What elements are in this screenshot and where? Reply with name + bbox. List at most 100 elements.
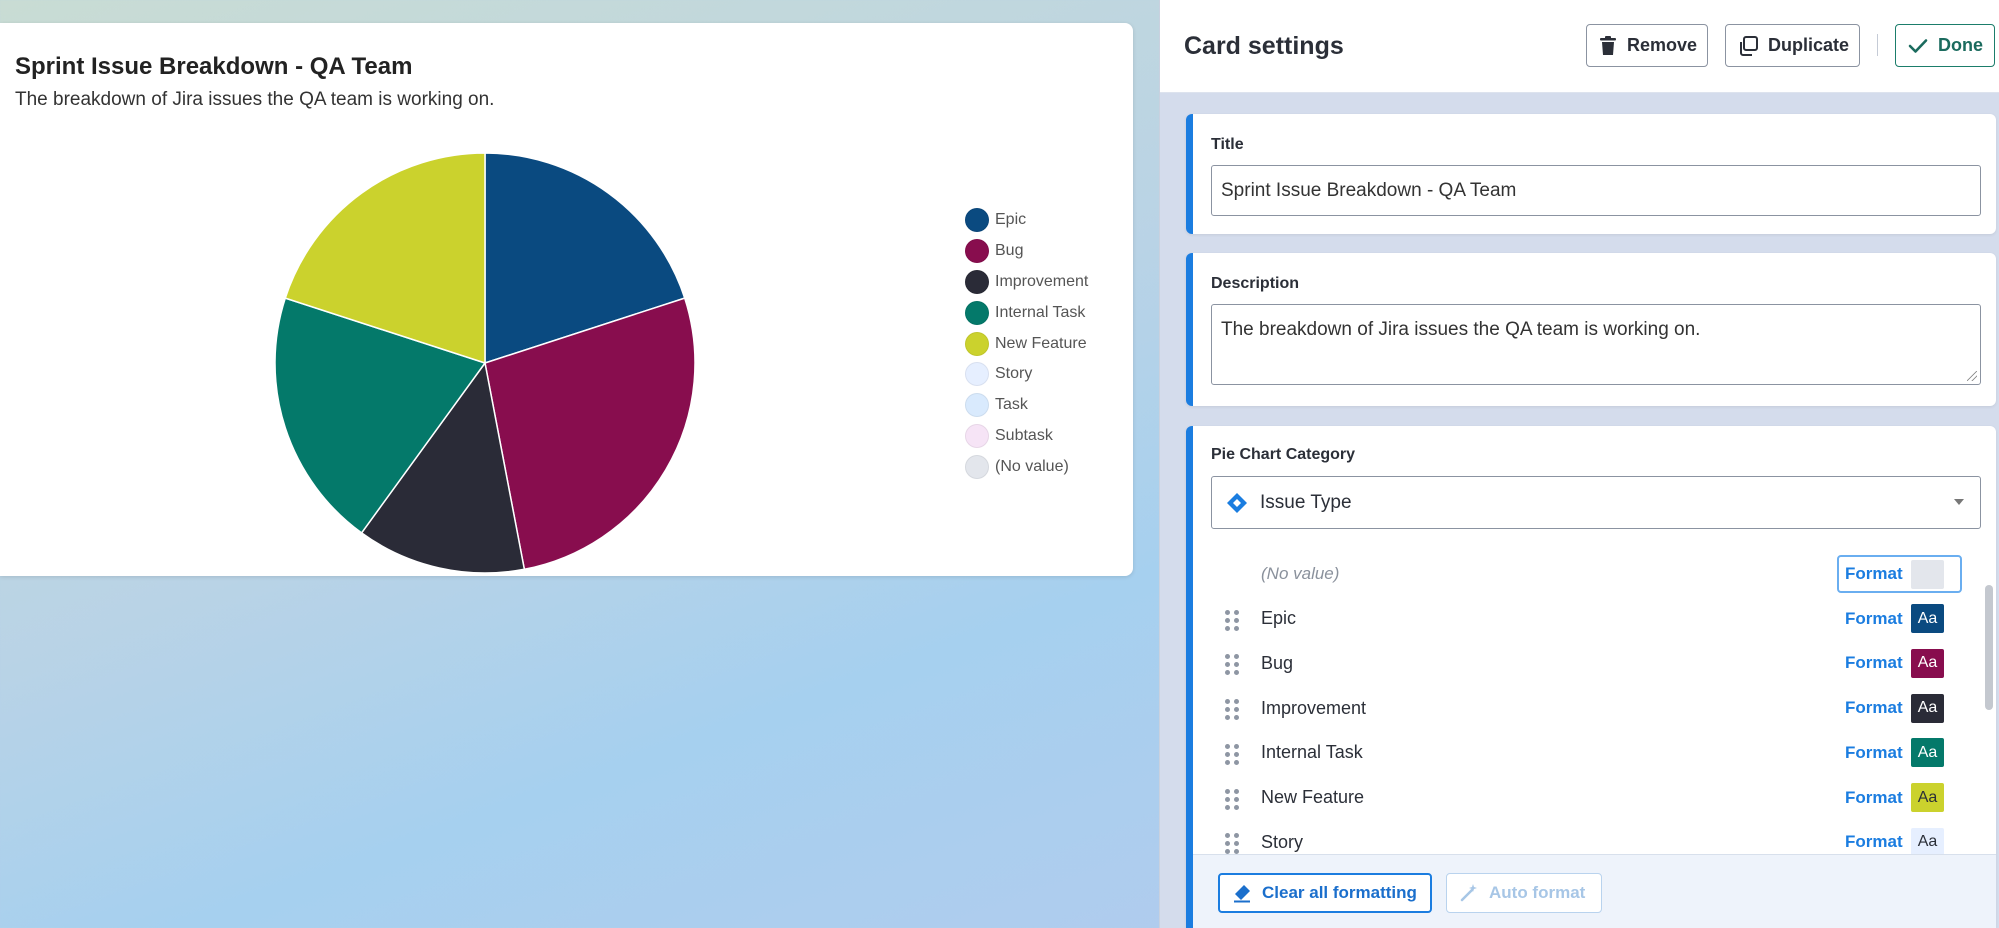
format-button[interactable]: Format [1845,788,1903,808]
legend-swatch [965,454,989,479]
chevron-down-icon [1954,499,1964,505]
legend-swatch [965,300,989,325]
drag-handle-icon[interactable] [1225,609,1239,631]
panel-title: Card settings [1184,32,1344,60]
title-section: Title Sprint Issue Breakdown - QA Team [1186,114,1996,234]
format-swatch[interactable]: Aa [1911,693,1944,723]
category-row-label: Bug [1261,652,1294,673]
format-swatch[interactable]: Aa [1911,604,1944,634]
category-row-label: New Feature [1261,787,1365,807]
chart-subtitle: The breakdown of Jira issues the QA team… [15,89,495,110]
auto-format-button[interactable]: Auto format [1446,873,1602,913]
legend-label: Subtask [995,426,1053,444]
format-button[interactable]: Format [1845,743,1903,763]
done-label: Done [1938,35,1983,55]
clear-formatting-label: Clear all formatting [1262,883,1417,902]
legend-item-no-value[interactable]: (No value) [965,451,1088,482]
jira-diamond-icon [1226,492,1248,514]
drag-handle-icon[interactable] [1225,699,1239,721]
legend-label: (No value) [995,457,1069,475]
legend-label: New Feature [995,334,1087,352]
chart-title: Sprint Issue Breakdown - QA Team [15,53,413,80]
category-row-label: (No value) [1261,564,1340,583]
chart-legend: Epic Bug Improvement Internal Task New Featu… [965,205,1088,482]
drag-handle-icon[interactable] [1225,654,1239,676]
pie-category-label: Pie Chart Category [1211,446,1356,463]
legend-label: Story [995,365,1033,383]
legend-swatch [965,331,989,356]
drag-handle-icon[interactable] [1225,833,1239,855]
format-button[interactable]: Format [1845,564,1903,584]
category-footer: Clear all formatting Auto format [1193,854,1996,928]
format-swatch[interactable]: Aa [1911,738,1944,768]
category-row: (No value) Format Aa [1193,552,1973,596]
legend-item-internal-task[interactable]: Internal Task [965,297,1088,328]
legend-item-bug[interactable]: Bug [965,236,1088,267]
legend-item-epic[interactable]: Epic [965,205,1088,236]
legend-label: Bug [995,242,1024,260]
drag-handle-icon[interactable] [1225,743,1239,765]
category-row-label: Improvement [1261,697,1367,718]
remove-button[interactable]: Remove [1586,24,1708,67]
description-section: Description The breakdown of Jira issues… [1186,253,1996,406]
category-row-label: Story [1261,831,1304,852]
category-row-label: Internal Task [1261,742,1363,763]
category-scrollbar[interactable] [1983,553,1995,853]
format-button[interactable]: Format [1845,609,1903,629]
clear-formatting-button[interactable]: Clear all formatting [1218,873,1432,913]
format-swatch[interactable]: Aa [1911,648,1944,678]
remove-label: Remove [1627,35,1698,55]
legend-item-story[interactable]: Story [965,359,1088,390]
category-row: New Feature Format Aa [1193,776,1973,820]
format-swatch[interactable]: Aa [1911,827,1944,857]
legend-swatch [965,239,989,264]
legend-item-task[interactable]: Task [965,390,1088,421]
resize-grip-icon[interactable] [1967,371,1977,381]
category-row: Bug Format Aa [1193,641,1973,685]
legend-swatch [965,269,989,294]
title-input[interactable]: Sprint Issue Breakdown - QA Team [1211,165,1981,216]
description-text: The breakdown of Jira issues the QA team… [1221,319,1701,340]
legend-label: Task [995,396,1028,414]
category-row: Improvement Format Aa [1193,686,1973,730]
trash-icon [1599,35,1617,56]
magic-wand-icon [1459,883,1479,903]
header-divider [1877,34,1878,56]
legend-label: Epic [995,211,1027,229]
legend-label: Improvement [995,272,1089,290]
legend-label: Internal Task [995,303,1086,321]
check-icon [1908,38,1928,54]
panel-header: Card settings Remove Duplicate Done [1160,0,1999,93]
description-textarea[interactable]: The breakdown of Jira issues the QA team… [1211,304,1981,385]
format-button[interactable]: Format [1845,698,1903,718]
description-section-label: Description [1211,275,1300,292]
legend-swatch [965,393,989,418]
category-row: Internal Task Format Aa [1193,731,1973,775]
format-button[interactable]: Format [1845,832,1903,852]
duplicate-button[interactable]: Duplicate [1725,24,1860,67]
eraser-icon [1232,883,1252,903]
auto-format-label: Auto format [1489,883,1586,902]
legend-item-subtask[interactable]: Subtask [965,421,1088,452]
category-row-label: Epic [1261,608,1297,629]
title-section-label: Title [1211,136,1244,153]
format-swatch[interactable]: Aa [1911,783,1944,812]
legend-item-new-feature[interactable]: New Feature [965,328,1088,359]
legend-swatch [965,362,989,387]
scrollbar-thumb[interactable] [1985,585,1993,710]
drag-handle-icon[interactable] [1225,788,1239,810]
duplicate-label: Duplicate [1768,35,1850,55]
category-select[interactable]: Issue Type [1211,476,1981,529]
pie-chart [274,152,696,574]
format-button[interactable]: Format [1845,653,1903,673]
done-button[interactable]: Done [1895,24,1995,67]
card-settings-panel: Card settings Remove Duplicate Done Titl… [1159,0,1999,928]
legend-swatch [965,423,989,448]
category-row: Epic Format Aa [1193,597,1973,641]
format-swatch[interactable]: Aa [1911,559,1944,589]
legend-item-improvement[interactable]: Improvement [965,267,1088,298]
category-select-value: Issue Type [1260,491,1352,513]
pie-category-section: Pie Chart Category Issue Type (No value)… [1186,426,1996,928]
chart-card: Sprint Issue Breakdown - QA Team The bre… [0,23,1133,576]
copy-icon [1738,35,1758,56]
